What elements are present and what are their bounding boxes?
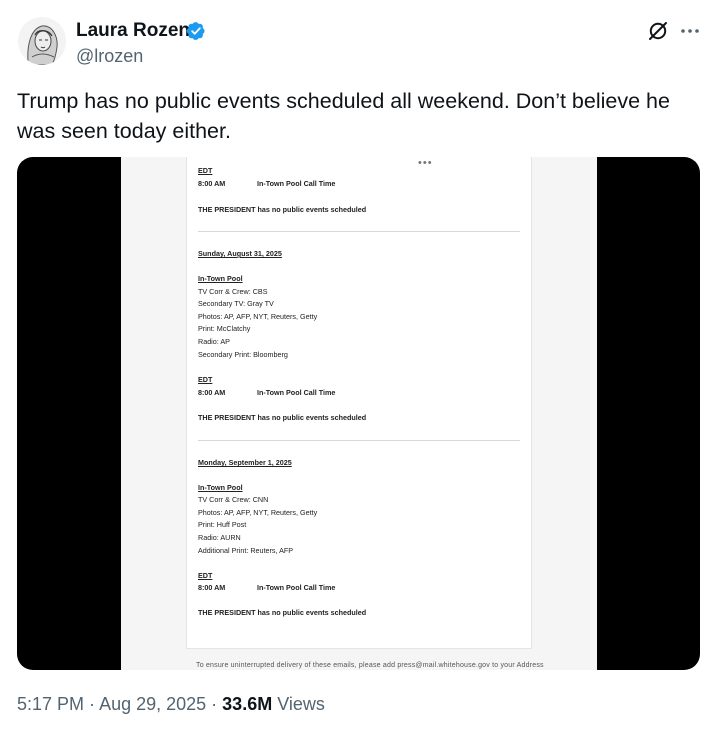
- author-handle[interactable]: @lrozen: [76, 45, 143, 67]
- tz-label: EDT: [198, 375, 213, 384]
- pool-line: Print: Huff Post: [198, 520, 247, 529]
- schedule-event: In-Town Pool Call Time: [257, 179, 336, 188]
- schedule-row: 8:00 AM In-Town Pool Call Time: [198, 388, 335, 397]
- verified-badge-icon: [186, 22, 205, 40]
- pool-line: TV Corr & Crew: CNN: [198, 495, 269, 504]
- schedule-row: 8:00 AM In-Town Pool Call Time: [198, 179, 335, 188]
- schedule-time: 8:00 AM: [198, 179, 226, 188]
- tweet-date[interactable]: Aug 29, 2025: [99, 694, 206, 714]
- pool-line: Photos: AP, AFP, NYT, Reuters, Getty: [198, 508, 318, 517]
- schedule-email: ••• EDT 8:00 AM In-Town Pool Call Time T…: [186, 157, 532, 649]
- tweet-meta: 5:17 PM · Aug 29, 2025 · 33.6M Views: [17, 692, 325, 716]
- views-label: Views: [272, 694, 325, 714]
- schedule-time: 8:00 AM: [198, 388, 226, 397]
- schedule-event: In-Town Pool Call Time: [257, 388, 336, 397]
- email-footer-text: To ensure uninterrupted delivery of thes…: [196, 662, 544, 669]
- pool-line: Radio: AURN: [198, 533, 241, 542]
- views-count[interactable]: 33.6M: [222, 694, 272, 714]
- divider: [198, 440, 520, 441]
- email-screenshot: ••• EDT 8:00 AM In-Town Pool Call Time T…: [121, 157, 597, 670]
- schedule-time: 8:00 AM: [198, 583, 226, 592]
- grok-icon[interactable]: [646, 19, 670, 43]
- pool-line: TV Corr & Crew: CBS: [198, 287, 268, 296]
- pool-line: Secondary TV: Gray TV: [198, 299, 274, 308]
- pool-line: Print: McClatchy: [198, 324, 251, 333]
- pool-heading: In-Town Pool: [198, 483, 243, 492]
- day-date: Monday, September 1, 2025: [198, 458, 292, 467]
- day-date: Sunday, August 31, 2025: [198, 249, 282, 258]
- schedule-row: 8:00 AM In-Town Pool Call Time: [198, 583, 335, 592]
- pool-line: Additional Print: Reuters, AFP: [198, 546, 294, 555]
- tz-label: EDT: [198, 166, 213, 175]
- tweet-time[interactable]: 5:17 PM: [17, 694, 84, 714]
- no-events-notice: THE PRESIDENT has no public events sched…: [198, 205, 367, 214]
- meta-separator: ·: [206, 694, 223, 714]
- no-events-notice: THE PRESIDENT has no public events sched…: [198, 413, 367, 422]
- no-events-notice: THE PRESIDENT has no public events sched…: [198, 608, 367, 617]
- more-options-icon[interactable]: [678, 19, 702, 43]
- pool-line: Photos: AP, AFP, NYT, Reuters, Getty: [198, 312, 318, 321]
- pool-line: Radio: AP: [198, 337, 230, 346]
- avatar-portrait: [18, 17, 66, 65]
- avatar[interactable]: [18, 17, 66, 65]
- tweet-text: Trump has no public events scheduled all…: [17, 89, 670, 143]
- tweet-media-image[interactable]: ••• EDT 8:00 AM In-Town Pool Call Time T…: [17, 157, 700, 670]
- tz-label: EDT: [198, 571, 213, 580]
- email-dots-icon: •••: [418, 157, 433, 169]
- pool-line: Secondary Print: Bloomberg: [198, 350, 288, 359]
- schedule-event: In-Town Pool Call Time: [257, 583, 336, 592]
- divider: [198, 231, 520, 232]
- tweet: Laura Rozen @lrozen Trump has no public …: [0, 0, 716, 733]
- author-name[interactable]: Laura Rozen: [76, 20, 190, 42]
- meta-separator: ·: [84, 694, 100, 714]
- pool-heading: In-Town Pool: [198, 274, 243, 283]
